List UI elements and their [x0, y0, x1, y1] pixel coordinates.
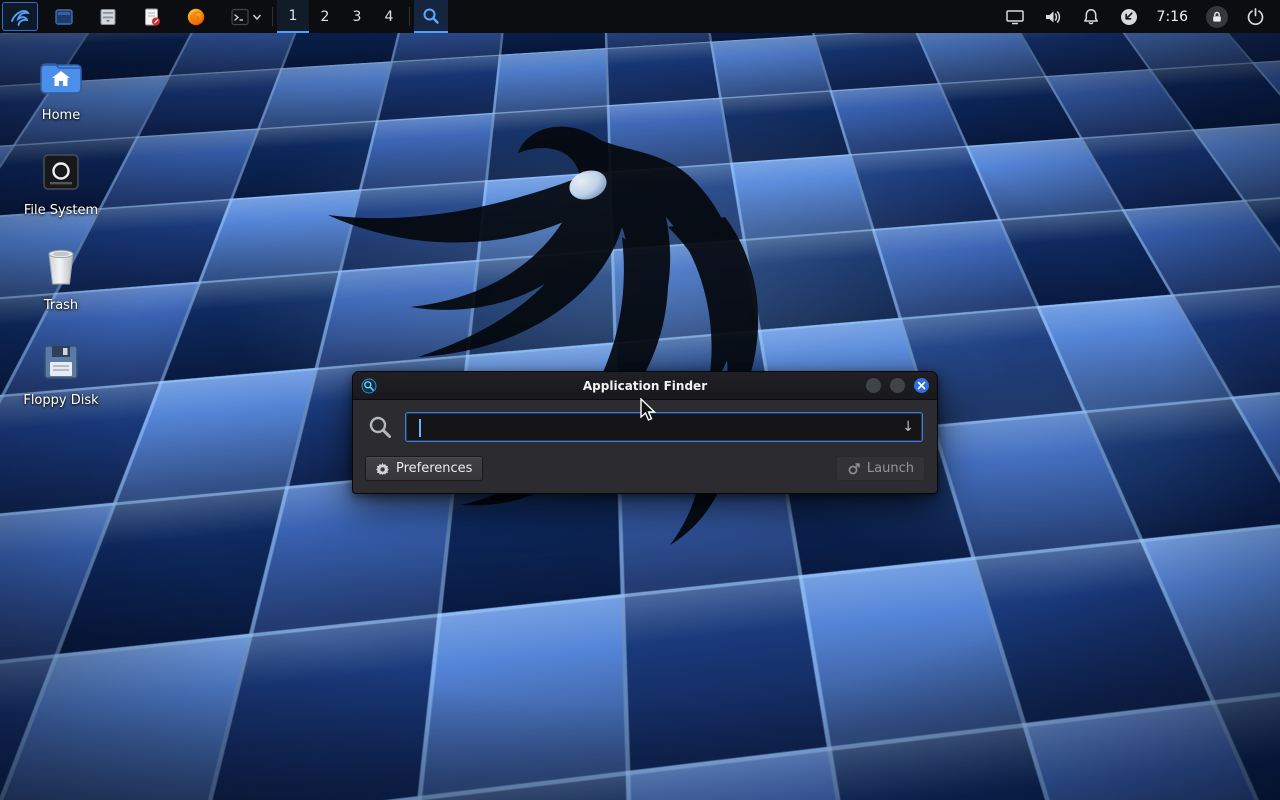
floppy-disk-icon	[38, 339, 84, 385]
launch-button[interactable]: Launch	[836, 456, 925, 481]
kali-menu-icon	[9, 6, 31, 28]
workspace-button-2[interactable]: 2	[309, 0, 341, 33]
lock-badge	[1206, 6, 1228, 28]
desktop-icon-label: File System	[24, 203, 98, 218]
desktop-icon-home[interactable]: Home	[6, 48, 116, 129]
home-folder-icon	[38, 54, 84, 100]
desktop-icon-label: Home	[42, 108, 80, 123]
display-tray-button[interactable]	[998, 7, 1032, 27]
close-icon	[917, 381, 926, 390]
firefox-icon	[186, 7, 206, 27]
launch-label: Launch	[867, 461, 914, 476]
notifications-tray-button[interactable]	[1074, 7, 1108, 27]
window-titlebar-magnifier-icon	[361, 378, 377, 394]
workspace-button-1[interactable]: 1	[277, 0, 309, 33]
volume-tray-button[interactable]	[1036, 7, 1070, 27]
network-status-tray-button[interactable]	[1112, 7, 1146, 27]
firefox-launcher[interactable]	[180, 0, 212, 33]
text-editor-launcher[interactable]	[136, 0, 168, 33]
workspace-label: 1	[289, 8, 298, 24]
search-row: ↓	[353, 400, 937, 450]
window-list-icon	[54, 7, 74, 27]
taskbar-application-finder-button[interactable]	[414, 0, 448, 33]
terminal-icon	[230, 7, 250, 27]
panel-separator	[272, 7, 273, 26]
desktop-icon-label: Floppy Disk	[23, 393, 98, 408]
logout-tray-button[interactable]	[1239, 7, 1272, 26]
workspace-button-3[interactable]: 3	[341, 0, 373, 33]
system-tray: 7:16	[998, 0, 1280, 33]
search-input[interactable]	[414, 419, 896, 435]
panel-launchers: 1 2 3 4	[0, 0, 448, 33]
launch-icon	[847, 462, 861, 476]
lock-tray-button[interactable]	[1199, 6, 1235, 28]
titlebar[interactable]: Application Finder	[353, 372, 937, 400]
maximize-button[interactable]	[890, 378, 905, 393]
text-caret	[419, 419, 421, 437]
preferences-button[interactable]: Preferences	[365, 456, 483, 481]
file-manager-launcher[interactable]	[92, 0, 124, 33]
kali-menu-button[interactable]	[2, 2, 38, 31]
gear-icon	[376, 462, 390, 476]
panel-spacer	[448, 0, 998, 33]
minimize-button[interactable]	[866, 378, 881, 393]
button-row: Preferences Launch	[353, 450, 937, 493]
file-system-drive-icon	[38, 149, 84, 195]
desktop-icon-column: Home File System Trash	[6, 48, 116, 414]
window-controls	[866, 378, 929, 393]
search-field[interactable]: ↓	[405, 412, 923, 442]
trash-empty-icon	[38, 244, 84, 290]
top-panel: 1 2 3 4	[0, 0, 1280, 33]
file-manager-icon	[98, 7, 118, 27]
text-editor-icon	[142, 7, 162, 27]
chevron-down-icon	[252, 12, 262, 22]
kali-dragon-logo	[270, 105, 910, 565]
desktop-icon-file-system[interactable]: File System	[6, 143, 116, 224]
panel-clock[interactable]: 7:16	[1150, 9, 1195, 25]
terminal-dropdown-button[interactable]	[252, 0, 268, 33]
lock-icon	[1211, 11, 1223, 23]
network-status-icon	[1119, 7, 1139, 27]
search-icon	[367, 414, 393, 440]
workspace-label: 4	[385, 9, 394, 25]
volume-icon	[1043, 7, 1063, 27]
terminal-launcher[interactable]	[224, 0, 252, 33]
logout-power-icon	[1246, 7, 1265, 26]
desktop-icon-label: Trash	[44, 298, 78, 313]
application-finder-window: Application Finder ↓ P	[352, 371, 938, 494]
desktop-icon-trash[interactable]: Trash	[6, 238, 116, 319]
display-icon	[1005, 7, 1025, 27]
preferences-label: Preferences	[396, 461, 472, 476]
desktop-icon-floppy-disk[interactable]: Floppy Disk	[6, 333, 116, 414]
bell-icon	[1081, 7, 1101, 27]
workspace-label: 3	[353, 9, 362, 25]
panel-separator	[409, 7, 410, 26]
close-button[interactable]	[914, 378, 929, 393]
application-finder-task-icon	[422, 7, 440, 25]
window-title: Application Finder	[353, 379, 937, 393]
window-list-launcher[interactable]	[48, 0, 80, 33]
workspace-button-4[interactable]: 4	[373, 0, 405, 33]
workspace-label: 2	[321, 9, 330, 25]
history-dropdown-arrow[interactable]: ↓	[896, 419, 914, 435]
